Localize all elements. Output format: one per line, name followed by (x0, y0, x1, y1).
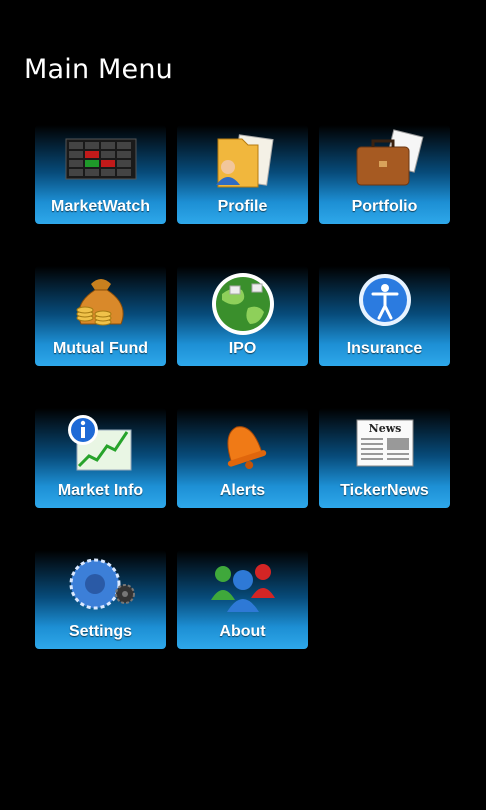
tile-label: TickerNews (340, 482, 429, 499)
tile-insurance[interactable]: Insurance (319, 266, 450, 366)
tile-label: Market Info (57, 482, 144, 499)
tile-settings[interactable]: Settings (35, 550, 166, 649)
profile-folder-icon (215, 134, 274, 188)
page-title: Main Menu (24, 54, 173, 85)
tile-label: Portfolio (351, 198, 418, 215)
market-ticker-board-icon (65, 138, 136, 180)
tile-market-info[interactable]: Market Info (35, 408, 166, 508)
tile-label: MarketWatch (51, 198, 150, 215)
users-icon (210, 564, 275, 612)
bell-icon (226, 426, 266, 470)
tile-ipo[interactable]: IPO (177, 266, 308, 366)
person-badge-icon (358, 274, 411, 326)
info-chart-icon (67, 415, 131, 471)
money-bag-icon (76, 279, 124, 326)
globe-icon (211, 273, 274, 335)
tile-label: IPO (228, 340, 257, 357)
tile-marketwatch[interactable]: MarketWatch (35, 125, 166, 224)
tile-label: Settings (68, 623, 133, 640)
tile-tickernews[interactable]: News TickerNews (319, 408, 450, 508)
tile-profile[interactable]: Profile (177, 125, 308, 224)
gear-icon (69, 558, 135, 610)
tile-label: Insurance (346, 340, 423, 357)
newspaper-masthead: News (368, 422, 401, 435)
tile-about[interactable]: About (177, 550, 308, 649)
tile-portfolio[interactable]: Portfolio (319, 125, 450, 224)
tile-label: Mutual Fund (52, 340, 149, 357)
tile-label: Profile (217, 198, 268, 215)
tile-label: About (219, 623, 266, 640)
tile-mutual-fund[interactable]: Mutual Fund (35, 266, 166, 366)
tile-label: Alerts (219, 482, 266, 499)
briefcase-icon (356, 129, 424, 186)
newspaper-icon: News (356, 419, 413, 467)
tile-alerts[interactable]: Alerts (177, 408, 308, 508)
